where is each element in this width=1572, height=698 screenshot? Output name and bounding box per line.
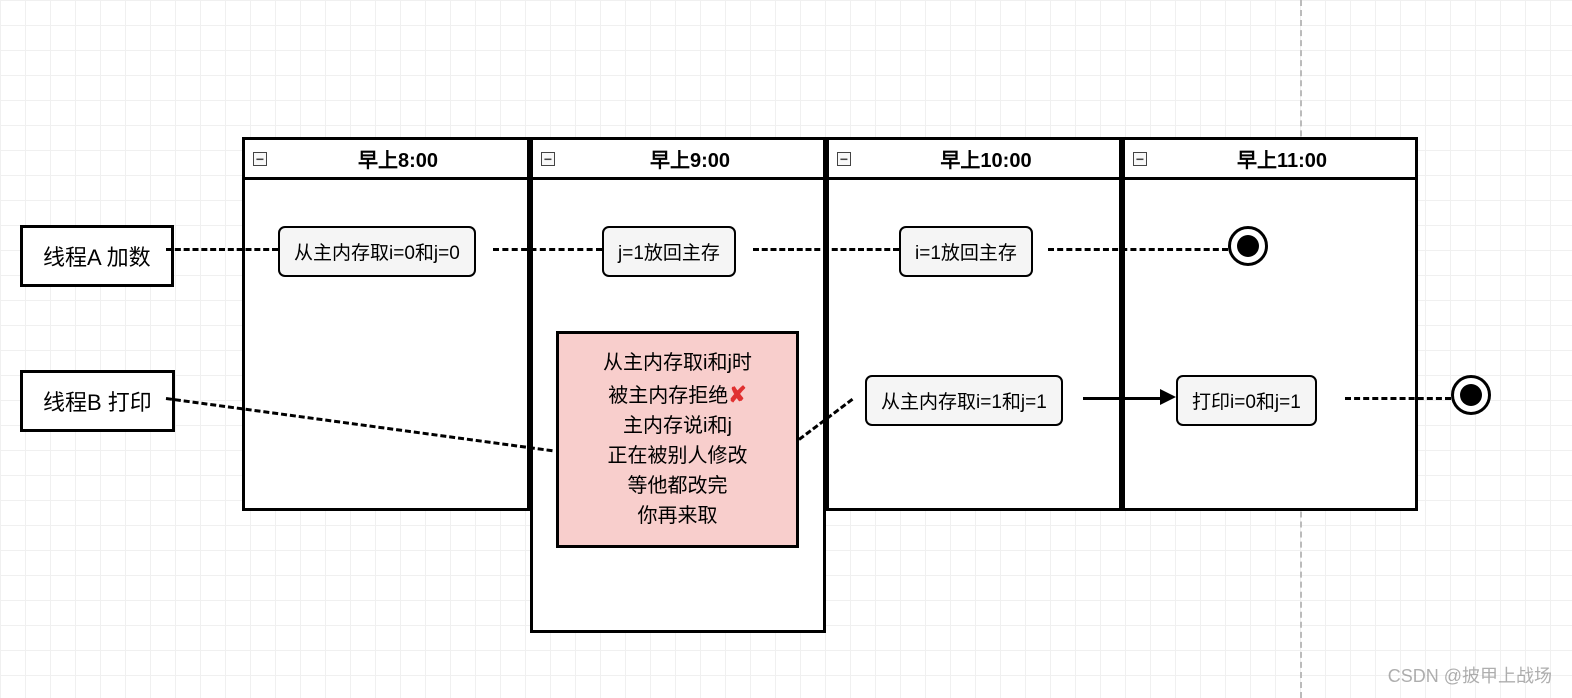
note-line-6: 你再来取 [573,501,782,531]
column-2-title: 早上9:00 [565,144,815,173]
thread-a-label: 线程A 加数 [20,225,174,287]
column-3-header: − 早上10:00 [829,140,1119,180]
end-dot-b [1451,375,1491,415]
watermark-text: CSDN @披甲上战场 [1388,666,1552,686]
node-b4-text: 打印i=0和j=1 [1192,392,1301,413]
node-b4: 打印i=0和j=1 [1176,375,1317,426]
collapse-icon[interactable]: − [253,152,267,166]
arrow-head-b2 [1160,389,1176,405]
node-a1: 从主内存取i=0和j=0 [278,226,476,277]
thread-b-text: 线程B 打印 [43,390,152,415]
column-1-header: − 早上8:00 [245,140,527,180]
node-a1-text: 从主内存取i=0和j=0 [294,243,460,264]
column-3: − 早上10:00 [826,137,1122,511]
dash-a1 [493,248,602,251]
dash-a3 [1048,248,1228,251]
dash-b3 [1345,397,1451,400]
note-b2: 从主内存取i和j时 被主内存拒绝✘ 主内存说i和j 正在被别人修改 等他都改完 … [556,331,799,548]
collapse-icon[interactable]: − [541,152,555,166]
note-line-2: 被主内存拒绝✘ [573,378,782,411]
column-4-header: − 早上11:00 [1125,140,1415,180]
column-4-title: 早上11:00 [1157,144,1407,173]
node-a3-text: i=1放回主存 [915,243,1017,264]
column-1-title: 早上8:00 [277,144,519,173]
note-line-1: 从主内存取i和j时 [573,348,782,378]
dash-a0 [166,248,278,251]
arrow-b2 [1083,397,1163,400]
node-b3: 从主内存取i=1和j=1 [865,375,1063,426]
watermark: CSDN @披甲上战场 [1388,662,1552,688]
note-line-2a: 被主内存拒绝 [608,385,728,407]
thread-a-text: 线程A 加数 [43,245,151,270]
collapse-icon[interactable]: − [1133,152,1147,166]
note-line-3: 主内存说i和j [573,411,782,441]
column-1: − 早上8:00 [242,137,530,511]
collapse-icon[interactable]: − [837,152,851,166]
note-line-4: 正在被别人修改 [573,441,782,471]
thread-b-label: 线程B 打印 [20,370,175,432]
node-a2-text: j=1放回主存 [618,243,720,264]
dash-a2 [753,248,899,251]
node-a2: j=1放回主存 [602,226,736,277]
note-line-5: 等他都改完 [573,471,782,501]
column-3-title: 早上10:00 [861,144,1111,173]
column-2-header: − 早上9:00 [533,140,823,180]
node-a3: i=1放回主存 [899,226,1033,277]
column-4: − 早上11:00 [1122,137,1418,511]
x-icon: ✘ [728,382,746,407]
node-b3-text: 从主内存取i=1和j=1 [881,392,1047,413]
end-dot-a [1228,226,1268,266]
